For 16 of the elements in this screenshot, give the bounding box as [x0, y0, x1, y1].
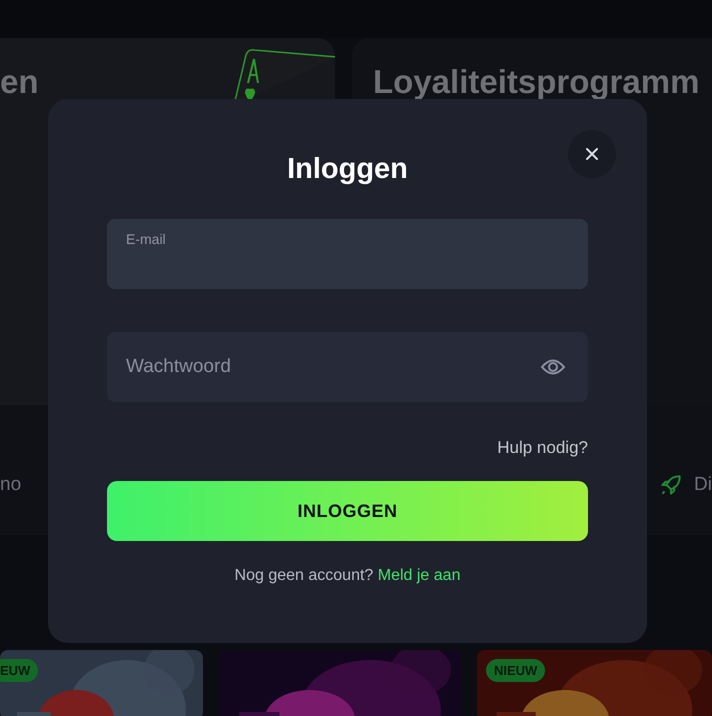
category-tab[interactable]: Di — [658, 472, 712, 498]
eye-icon[interactable] — [540, 357, 566, 377]
password-field[interactable]: Wachtwoord — [107, 332, 588, 402]
signup-link[interactable]: Meld je aan — [378, 567, 460, 584]
banner-title: en — [0, 63, 39, 101]
close-button[interactable] — [568, 130, 616, 178]
category-tab[interactable]: no — [0, 474, 22, 496]
new-badge: NIEUW — [486, 659, 546, 682]
dialog-title: Inloggen — [286, 152, 409, 187]
banner-title: Loyaliteitsprogramm — [373, 63, 700, 101]
signup-prompt: Nog geen account? Meld je aan — [234, 567, 462, 585]
login-button[interactable]: INLOGGEN — [107, 481, 588, 541]
close-icon — [586, 148, 598, 160]
help-link[interactable]: Hulp nodig? — [497, 438, 588, 458]
field-label: E-mail — [126, 231, 166, 247]
new-badge: EUW — [0, 659, 38, 682]
